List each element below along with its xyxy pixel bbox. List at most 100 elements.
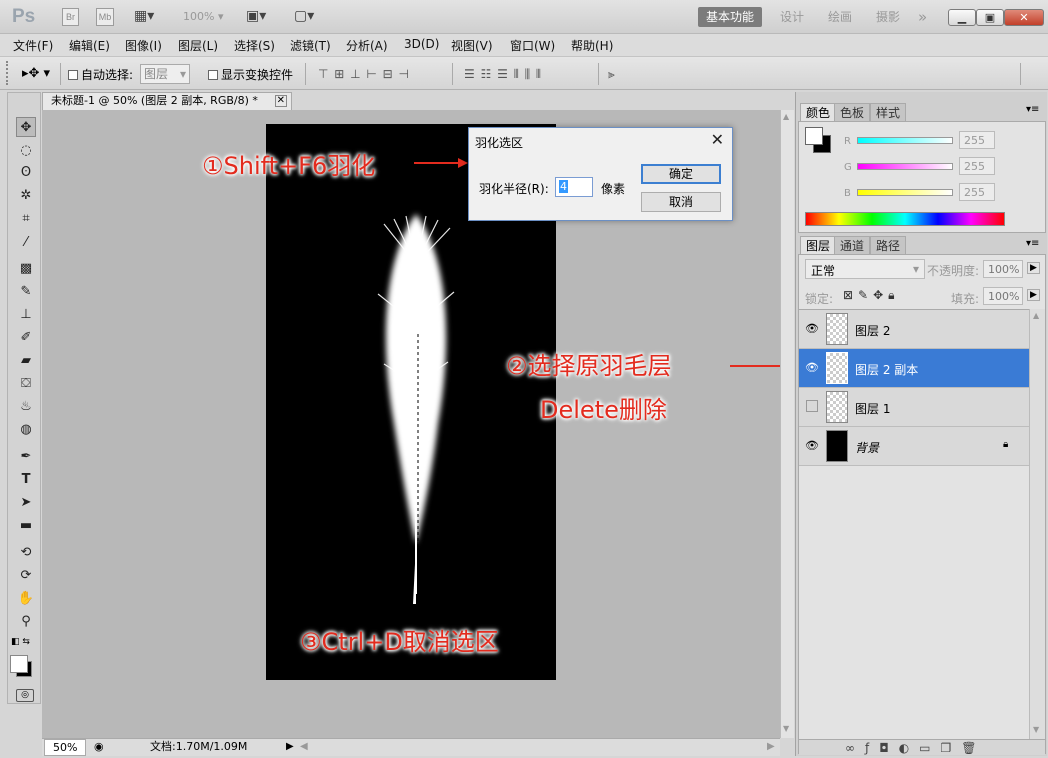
maximize-button[interactable]: ▣ bbox=[976, 9, 1004, 26]
move-tool-icon[interactable]: ✥ bbox=[16, 117, 36, 137]
healing-brush-tool-icon[interactable]: ▩ bbox=[16, 259, 36, 279]
screen-mode-icon[interactable]: ▢▾ bbox=[294, 8, 314, 24]
channel-r-value[interactable]: 255 bbox=[959, 131, 995, 149]
type-tool-icon[interactable]: T bbox=[16, 470, 36, 490]
layer-row[interactable]: 👁︎ 背景 🔒︎ bbox=[799, 427, 1029, 466]
eye-icon[interactable]: 👁︎ bbox=[804, 361, 820, 375]
scroll-down-icon[interactable]: ▼ bbox=[783, 724, 789, 733]
brush-tool-icon[interactable]: ✎ bbox=[16, 282, 36, 302]
menu-analysis[interactable]: 分析(A) bbox=[346, 37, 388, 54]
fill-input[interactable]: 100% bbox=[983, 287, 1023, 305]
document-close-icon[interactable]: ✕ bbox=[274, 95, 287, 107]
tab-color[interactable]: 颜色 bbox=[800, 103, 837, 121]
blend-mode-dropdown[interactable]: 正常 ▾ bbox=[805, 259, 925, 279]
scroll-down-icon[interactable]: ▼ bbox=[1033, 725, 1039, 734]
path-selection-tool-icon[interactable]: ➤ bbox=[16, 493, 36, 513]
lasso-tool-icon[interactable]: ʘ bbox=[16, 163, 36, 183]
opacity-arrow-icon[interactable]: ▶ bbox=[1027, 262, 1040, 274]
crop-tool-icon[interactable]: ⌗ bbox=[16, 209, 36, 229]
feather-radius-input[interactable]: 4 bbox=[555, 177, 593, 197]
auto-align-icon[interactable]: ⫸ bbox=[608, 67, 616, 82]
blur-tool-icon[interactable]: ♨ bbox=[16, 397, 36, 417]
zoom-tool-icon[interactable]: ⚲ bbox=[16, 612, 36, 632]
menu-layer[interactable]: 图层(L) bbox=[178, 37, 218, 54]
workspace-design[interactable]: 设计 bbox=[780, 7, 804, 27]
distribute-buttons-icon[interactable]: ☰ ☷ ☰ ⫴ ⫼ ⫴ bbox=[464, 67, 542, 82]
fill-arrow-icon[interactable]: ▶ bbox=[1027, 289, 1040, 301]
scroll-up-icon[interactable]: ▲ bbox=[783, 112, 789, 121]
foreground-color-swatch[interactable] bbox=[10, 655, 28, 673]
channel-b-slider[interactable] bbox=[857, 189, 953, 196]
history-brush-tool-icon[interactable]: ✐ bbox=[16, 328, 36, 348]
tab-channels[interactable]: 通道 bbox=[834, 236, 871, 254]
marquee-tool-icon[interactable]: ◌ bbox=[16, 141, 36, 161]
move-tool-preset-icon[interactable]: ▸✥ ▾ bbox=[22, 66, 50, 81]
vertical-scrollbar[interactable]: ▲ ▼ bbox=[780, 110, 794, 738]
hand-tool-icon[interactable]: ✋ bbox=[16, 589, 36, 609]
3d-orbit-tool-icon[interactable]: ⟳ bbox=[16, 566, 36, 586]
tab-paths[interactable]: 路径 bbox=[870, 236, 907, 254]
workspace-painting[interactable]: 绘画 bbox=[828, 7, 852, 27]
workspace-photography[interactable]: 摄影 bbox=[876, 7, 900, 27]
channel-b-value[interactable]: 255 bbox=[959, 183, 995, 201]
menu-help[interactable]: 帮助(H) bbox=[571, 37, 613, 54]
paint-bucket-tool-icon[interactable]: ⛋ bbox=[16, 374, 36, 394]
status-menu-icon[interactable]: ▶ bbox=[286, 739, 294, 755]
menu-image[interactable]: 图像(I) bbox=[125, 37, 162, 54]
eraser-tool-icon[interactable]: ▰ bbox=[16, 351, 36, 371]
eyedropper-tool-icon[interactable]: ⁄ bbox=[16, 233, 36, 253]
dialog-close-icon[interactable]: ✕ bbox=[711, 130, 724, 149]
default-colors-icon[interactable]: ◧ ⇆ bbox=[11, 637, 30, 647]
eye-icon[interactable]: 👁︎ bbox=[804, 439, 820, 453]
auto-select-dropdown[interactable]: 图层 ▾ bbox=[140, 64, 190, 84]
layers-scrollbar[interactable]: ▲ ▼ bbox=[1029, 309, 1045, 739]
view-extras-icon[interactable]: ▦▾ bbox=[134, 8, 154, 24]
layer-row-selected[interactable]: 👁︎ 图层 2 副本 bbox=[799, 349, 1029, 388]
bridge-button[interactable]: Br bbox=[62, 8, 79, 26]
tab-styles[interactable]: 样式 bbox=[870, 103, 907, 121]
ok-button[interactable]: 确定 bbox=[641, 164, 721, 184]
channel-g-slider[interactable] bbox=[857, 163, 953, 170]
hidden-eye-icon[interactable] bbox=[806, 400, 818, 412]
channel-r-slider[interactable] bbox=[857, 137, 953, 144]
panel-menu-icon[interactable]: ▾≡ bbox=[1026, 104, 1039, 115]
menu-select[interactable]: 选择(S) bbox=[234, 37, 275, 54]
scroll-left-icon[interactable]: ◀ bbox=[300, 739, 308, 755]
arrange-documents-icon[interactable]: ▣▾ bbox=[246, 8, 266, 24]
status-icon[interactable]: ◉ bbox=[94, 739, 104, 755]
layer-row[interactable]: 👁︎ 图层 2 bbox=[799, 310, 1029, 349]
3d-rotate-tool-icon[interactable]: ⟲ bbox=[16, 543, 36, 563]
layer-action-icons[interactable]: ∞ƒ◘◐▭❐🗑︎ bbox=[845, 741, 987, 755]
menu-window[interactable]: 窗口(W) bbox=[510, 37, 555, 54]
lock-icons[interactable]: ⊠✎✥🔒︎ bbox=[843, 288, 900, 303]
quick-mask-icon[interactable]: ◎ bbox=[16, 689, 34, 702]
quick-selection-tool-icon[interactable]: ✲ bbox=[16, 186, 36, 206]
scroll-right-icon[interactable]: ▶ bbox=[767, 739, 775, 755]
options-grip[interactable] bbox=[6, 61, 9, 85]
align-buttons-icon[interactable]: ⊤ ⊞ ⊥ ⊢ ⊟ ⊣ bbox=[318, 67, 410, 81]
close-button[interactable]: ✕ bbox=[1004, 9, 1044, 26]
menu-view[interactable]: 视图(V) bbox=[451, 37, 493, 54]
pen-tool-icon[interactable]: ✒ bbox=[16, 447, 36, 467]
menu-file[interactable]: 文件(F) bbox=[13, 37, 53, 54]
tab-layers[interactable]: 图层 bbox=[800, 236, 837, 254]
channel-g-value[interactable]: 255 bbox=[959, 157, 995, 175]
show-transform-checkbox[interactable]: 显示变换控件 bbox=[208, 66, 293, 83]
clone-stamp-tool-icon[interactable]: ⊥ bbox=[16, 305, 36, 325]
document-tab[interactable]: 未标题-1 @ 50% (图层 2 副本, RGB/8) * ✕ bbox=[42, 92, 292, 110]
minimize-button[interactable]: ▁ bbox=[948, 9, 976, 26]
scroll-up-icon[interactable]: ▲ bbox=[1033, 311, 1039, 320]
cancel-button[interactable]: 取消 bbox=[641, 192, 721, 212]
fg-color-preview[interactable] bbox=[805, 127, 823, 145]
dodge-tool-icon[interactable]: ◍ bbox=[16, 420, 36, 440]
menu-filter[interactable]: 滤镜(T) bbox=[290, 37, 331, 54]
panel-menu-icon[interactable]: ▾≡ bbox=[1026, 238, 1039, 249]
workspace-essentials[interactable]: 基本功能 bbox=[698, 7, 763, 27]
more-workspaces-icon[interactable]: » bbox=[918, 7, 927, 27]
minibridge-button[interactable]: Mb bbox=[96, 8, 114, 26]
layer-row[interactable]: 图层 1 bbox=[799, 388, 1029, 427]
auto-select-checkbox[interactable]: 自动选择: bbox=[68, 66, 133, 83]
menu-3d[interactable]: 3D(D) bbox=[404, 37, 439, 51]
zoom-field[interactable]: 50% bbox=[44, 739, 86, 756]
tab-swatches[interactable]: 色板 bbox=[834, 103, 871, 121]
